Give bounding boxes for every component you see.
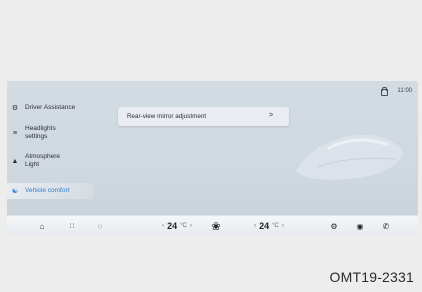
grid-icon: ∷ (69, 223, 75, 230)
vehicle-button[interactable]: ◌ (93, 216, 107, 235)
right-temp-unit: °C (272, 223, 279, 229)
music-icon: ◉ (356, 221, 364, 231)
apps-button[interactable]: ∷ (65, 216, 79, 235)
rear-view-mirror-adjustment-button[interactable]: Rear-view mirror adjustment > (118, 107, 289, 126)
headlight-icon: ≡ (12, 129, 18, 137)
car-illustration (296, 134, 404, 180)
temp-decrease-left[interactable]: ‹ (162, 223, 164, 229)
sidebar: ⚙ Driver Assistance ≡ Headlights setting… (7, 95, 93, 207)
ambient-light-icon: ▲ (11, 157, 19, 165)
temp-increase-right[interactable]: › (282, 223, 284, 229)
left-temp-value: 24 (167, 221, 178, 231)
manual-page: 11:00 ⚙ Driver Assistance ≡ Headlights s… (0, 0, 422, 292)
phone-icon: ✆ (382, 221, 390, 231)
temp-decrease-right[interactable]: ‹ (254, 223, 256, 229)
sidebar-item-label: Vehicle comfort (25, 187, 70, 194)
home-icon: ⌂ (39, 221, 45, 231)
car-comfort-icon: ☯ (11, 188, 19, 195)
clock: 11:00 (397, 88, 412, 94)
left-temperature-control[interactable]: ‹ 24 °C › (155, 216, 199, 235)
phone-button[interactable]: ✆ (379, 216, 393, 235)
card-label: Rear-view mirror adjustment (127, 113, 207, 120)
settings-button[interactable]: ⚙ (327, 216, 341, 235)
sidebar-item-driver-assistance[interactable]: ⚙ Driver Assistance (7, 101, 93, 115)
lock-icon (380, 87, 389, 96)
sidebar-item-label: Driver Assistance (25, 104, 76, 111)
right-temperature-control[interactable]: ‹ 24 °C › (247, 216, 291, 235)
home-button[interactable]: ⌂ (35, 216, 49, 235)
figure-code: OMT19-2331 (329, 269, 414, 285)
fan-button[interactable]: ❀ (208, 216, 224, 235)
temp-increase-left[interactable]: › (190, 223, 192, 229)
chevron-right-icon: > (269, 112, 274, 119)
gear-icon: ⚙ (330, 221, 338, 231)
sidebar-item-label: Headlights settings (25, 125, 56, 140)
car-icon: ◌ (97, 221, 103, 231)
right-temp-value: 24 (259, 221, 270, 231)
left-temp-unit: °C (180, 223, 187, 229)
media-button[interactable]: ◉ (353, 216, 367, 235)
status-bar: 11:00 (380, 86, 412, 96)
sidebar-item-vehicle-comfort[interactable]: ☯ Vehicle comfort (7, 183, 93, 199)
sidebar-item-atmosphere-light[interactable]: ▲ Atmosphere Light (7, 151, 93, 171)
bottom-bar: ⌂ ∷ ◌ ‹ 24 °C › ❀ ‹ 24 °C › ⚙ ◉ ✆ (7, 215, 418, 235)
infotainment-screen: 11:00 ⚙ Driver Assistance ≡ Headlights s… (7, 81, 418, 235)
fan-icon: ❀ (211, 220, 221, 233)
sidebar-item-label: Atmosphere Light (25, 153, 61, 168)
sidebar-item-headlights[interactable]: ≡ Headlights settings (7, 123, 93, 143)
steering-wheel-icon: ⚙ (11, 105, 19, 112)
